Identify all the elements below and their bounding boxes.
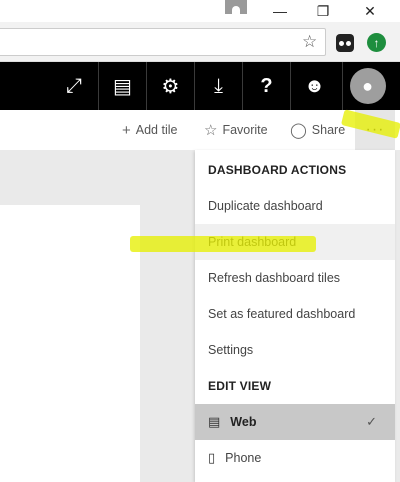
phone-view-label: Phone [225, 451, 262, 465]
favorite-label: Favorite [222, 123, 268, 137]
favorite-button[interactable]: ☆ Favorite [204, 110, 268, 150]
extension-icon[interactable] [336, 34, 354, 52]
web-view-label: Web [230, 415, 257, 429]
download-icon[interactable]: ⤓ [194, 62, 242, 110]
expand-icon[interactable]: ⤢ [50, 62, 98, 110]
extension-upload-icon[interactable]: ↑ [367, 33, 386, 52]
edit-view-heading: EDIT VIEW [208, 379, 272, 393]
minimize-icon[interactable]: — [260, 0, 300, 22]
app-header-bar: ⤢ ▤ ⚙ ⤓ ? ☻ ● [0, 62, 400, 110]
web-view-item[interactable]: ▤ Web ✓ [195, 404, 395, 440]
settings-item[interactable]: Settings [195, 332, 395, 368]
address-bar-row: ☆ ↑ [0, 22, 400, 62]
phone-view-item[interactable]: ▯ Phone [195, 440, 395, 476]
restore-icon[interactable]: ❐ [303, 0, 343, 22]
browser-titlebar: — ❐ ✕ [0, 0, 400, 22]
dashboard-tile[interactable] [0, 205, 140, 482]
dashboard-actions-heading: DASHBOARD ACTIONS [208, 163, 347, 177]
add-tile-button[interactable]: + Add tile [122, 110, 177, 150]
more-options-menu: DASHBOARD ACTIONS Duplicate dashboard Pr… [195, 150, 395, 482]
duplicate-dashboard-item[interactable]: Duplicate dashboard [195, 188, 395, 224]
gear-icon[interactable]: ⚙ [146, 62, 194, 110]
share-icon: ◯ [290, 122, 307, 139]
smiley-icon[interactable]: ☻ [290, 62, 338, 110]
user-button[interactable]: ● [342, 62, 392, 110]
address-input[interactable] [0, 28, 326, 56]
comment-icon[interactable]: ▤ [98, 62, 146, 110]
highlighter-mark [130, 236, 316, 252]
user-icon: ● [349, 68, 386, 104]
add-tile-label: Add tile [135, 123, 178, 137]
checkmark-icon: ✓ [366, 414, 377, 429]
dashboard-toolbar: + Add tile ☆ Favorite ◯ Share [0, 110, 400, 150]
phone-icon: ▯ [208, 450, 216, 465]
share-button[interactable]: ◯ Share [290, 110, 345, 150]
help-icon[interactable]: ? [242, 62, 290, 110]
share-label: Share [311, 123, 346, 137]
plus-icon: + [122, 121, 131, 139]
monitor-icon: ▤ [208, 414, 221, 429]
profile-icon[interactable] [225, 0, 247, 14]
refresh-dashboard-tiles-item[interactable]: Refresh dashboard tiles [195, 260, 395, 296]
bookmark-star-icon[interactable]: ☆ [302, 31, 317, 53]
star-icon: ☆ [204, 122, 218, 139]
close-icon[interactable]: ✕ [350, 0, 390, 22]
set-featured-dashboard-item[interactable]: Set as featured dashboard [195, 296, 395, 332]
